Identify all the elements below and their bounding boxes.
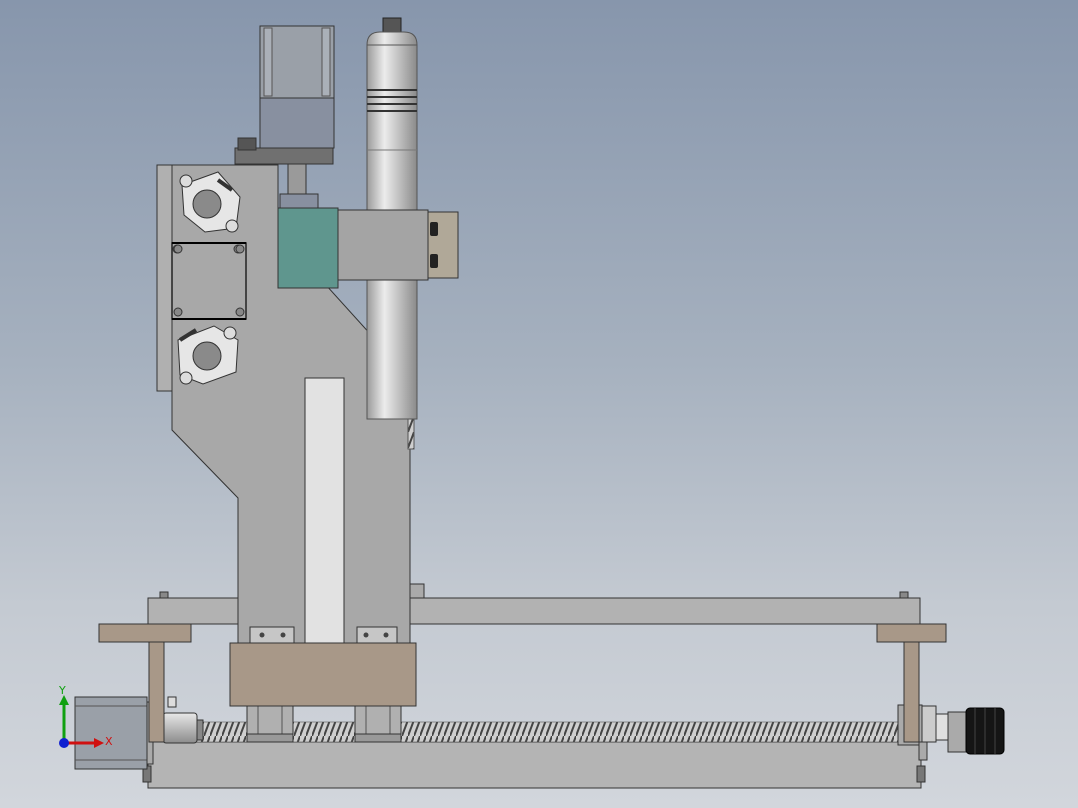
- cad-viewport[interactable]: Y X: [0, 0, 1078, 808]
- lead-screw[interactable]: [194, 721, 911, 743]
- cnc-model[interactable]: [0, 0, 1078, 808]
- x-axis-label: X: [105, 735, 113, 748]
- z-slide-mount[interactable]: [277, 207, 459, 289]
- base-plate[interactable]: [142, 741, 926, 789]
- x-axis-arrowhead: [94, 738, 104, 748]
- y-axis-label: Y: [58, 685, 66, 697]
- coordinate-triad: Y X: [58, 685, 113, 748]
- z-axis-dot: [59, 738, 69, 748]
